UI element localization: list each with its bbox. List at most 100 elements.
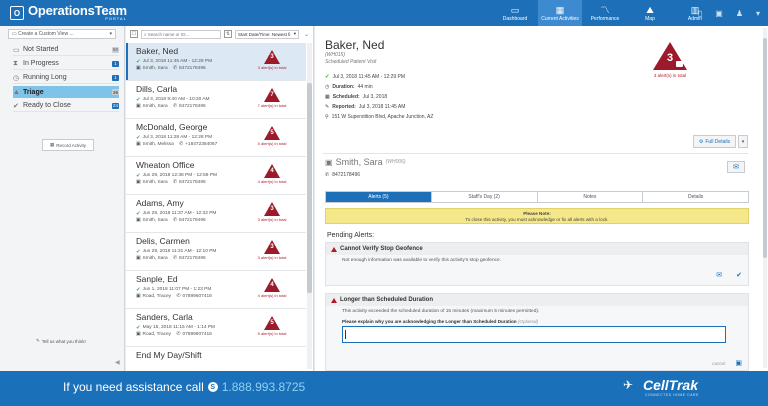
- detail-address: 151 W Superstition Blvd, Apache Junction…: [331, 114, 434, 120]
- warning-icon: 3: [264, 240, 280, 254]
- activity-row[interactable]: End My Day/Shift: [126, 347, 306, 371]
- custom-view-label: Create a Custom View ...: [18, 31, 74, 37]
- status-item[interactable]: ◷ Running Long 1: [13, 72, 119, 84]
- chevron-down-icon[interactable]: ▾: [738, 135, 748, 148]
- sort-select[interactable]: Start Date/Time: Newest fi ▾: [234, 29, 299, 39]
- alert-total-text: 3 alert(s) in total: [653, 73, 687, 78]
- pending-alerts-title: Pending Alerts:: [327, 232, 375, 239]
- activity-list-pane: ☐ ⌕ Search name or ID... ⇅ Start Date/Ti…: [126, 26, 314, 371]
- cancel-link[interactable]: cancel: [712, 361, 725, 366]
- scroll-thumb[interactable]: [307, 83, 312, 293]
- feedback-link[interactable]: ✎ Tell us what you think!: [36, 338, 86, 344]
- nav-performance[interactable]: 〽 Performance: [583, 0, 627, 26]
- check-circle-icon: ✔: [325, 74, 330, 80]
- detail-tab[interactable]: Alerts (5): [326, 192, 432, 202]
- staff-header: ▣ Smith, Sara (WH006): [325, 157, 406, 167]
- activity-row[interactable]: Sanders, Carla ✔ May 15, 2018 11:15 AM - 1…: [126, 309, 306, 347]
- check-circle-icon: ✔: [136, 172, 141, 179]
- ack-label: Please explain why you are acknowledging…: [326, 317, 748, 324]
- detail-tab[interactable]: Notes: [537, 192, 644, 202]
- detail-tab[interactable]: Staff's Day (2): [431, 192, 538, 202]
- message-button[interactable]: ✉: [727, 161, 745, 173]
- main-nav: ▭ Dashboard ▦ Current Activities 〽 Perfo…: [493, 0, 718, 26]
- staff-name: Smith, Sara: [335, 157, 383, 167]
- alert-summary[interactable]: 3 3 alert(s) in total: [650, 42, 690, 78]
- activity-row[interactable]: Adams, Amy ✔ Jun 29, 2018 11:37 AM - 12:32…: [126, 195, 306, 233]
- alert-count: 5: [270, 130, 274, 136]
- activity-row[interactable]: Wheaton Office ✔ Jun 29, 2018 12:38 PM - 1…: [126, 157, 306, 195]
- scheduled-value: Jul 3, 2018: [362, 94, 388, 100]
- chevron-down-icon[interactable]: ▾: [756, 9, 760, 18]
- person-card-icon: ▣: [136, 66, 141, 71]
- search-input[interactable]: ⌕ Search name or ID...: [141, 29, 221, 39]
- activity-row[interactable]: Sanple, Ed ✔ Jun 1, 2018 11:07 PM - 1:23 P…: [126, 271, 306, 309]
- activity-row[interactable]: McDonald, George ✔ Jul 3, 2018 11:28 AM - …: [126, 119, 306, 157]
- phone-icon: ✆: [172, 218, 177, 223]
- phone-icon: ✆: [325, 172, 330, 178]
- sort-direction-icon[interactable]: ⇅: [223, 30, 232, 38]
- status-icon: ▭: [13, 46, 20, 54]
- full-details-button[interactable]: ⚙ Full Details: [693, 135, 736, 148]
- phone-icon: ✆: [172, 256, 177, 261]
- activity-row[interactable]: Baker, Ned ✔ Jul 3, 2018 11:45 AM - 12:29 …: [126, 43, 306, 81]
- collapse-sidebar-icon[interactable]: ◀: [115, 359, 120, 366]
- user-icon[interactable]: ♟: [736, 9, 743, 18]
- detail-tab[interactable]: Details: [643, 192, 748, 202]
- gear-icon: ⚙: [698, 138, 704, 145]
- alert-total-text: 4 alert(s) in total: [257, 179, 287, 184]
- app-logo[interactable]: O OperationsTeam PORTAL: [0, 4, 200, 21]
- list-scrollbar[interactable]: [307, 43, 312, 369]
- activity-row[interactable]: Delis, Carmen ✔ Jun 29, 2018 11:31 AM - 12…: [126, 233, 306, 271]
- status-item[interactable]: ⧗ In Progress 1: [13, 58, 119, 70]
- status-label: Triage: [23, 88, 44, 96]
- detail-info: ✔ Jul 3, 2018 11:45 AM - 12:29 PM ◷ Durati…: [325, 72, 433, 122]
- row-alert-badge: 5 5 alert(s) in total: [256, 316, 288, 336]
- staff-name: Smith, Sara: [142, 66, 168, 71]
- edit-icon: ✎: [325, 104, 330, 110]
- save-icon[interactable]: ▣: [735, 359, 742, 367]
- skype-icon[interactable]: S: [207, 382, 218, 392]
- detail-scrollbar[interactable]: [763, 28, 767, 368]
- record-activity-label: Record Activity: [56, 142, 87, 148]
- warning-icon: [331, 246, 337, 252]
- nav-map[interactable]: ⛰ Map: [628, 0, 672, 26]
- warning-icon: 4: [264, 278, 280, 292]
- record-activity-button[interactable]: ▦ Record Activity: [42, 139, 94, 151]
- status-item[interactable]: ▲ Triage 26: [13, 86, 119, 98]
- staff-name: Road, Tracey: [142, 332, 172, 337]
- count-badge: 50: [111, 46, 119, 53]
- phone-icon: ✆: [179, 142, 184, 147]
- nav-current-activities[interactable]: ▦ Current Activities: [538, 0, 582, 26]
- staff-phone: 8472178496: [178, 180, 206, 185]
- note-title: Please Note:: [523, 211, 551, 216]
- map-icon: ⛰: [646, 4, 654, 15]
- chevron-down-icon[interactable]: ⌄: [304, 31, 309, 38]
- activity-row[interactable]: Dills, Carla ✔ Jul 3, 2018 9:40 AM - 10:20…: [126, 81, 306, 119]
- alert-header: Longer than Scheduled Duration: [326, 294, 748, 306]
- monitor-icon: ▭: [510, 4, 520, 15]
- select-all-icon[interactable]: ☐: [130, 30, 138, 38]
- duration-value: 44 min: [357, 84, 373, 90]
- device-icon[interactable]: ▯: [698, 9, 702, 18]
- note-text: To close this activity, you must acknowl…: [465, 217, 609, 222]
- status-label: Running Long: [23, 74, 67, 81]
- alert-count: 4: [270, 282, 274, 288]
- check-circle-icon: ✔: [136, 96, 141, 103]
- alert-card-duration: Longer than Scheduled Duration This acti…: [325, 293, 749, 371]
- nav-dashboard[interactable]: ▭ Dashboard: [493, 0, 537, 26]
- custom-view-select[interactable]: ▭ Create a Custom View ... ▾: [8, 29, 116, 39]
- layout-icon[interactable]: ▣: [715, 9, 723, 18]
- ack-reason-input[interactable]: [342, 326, 726, 343]
- status-icon: ◷: [13, 74, 20, 82]
- support-phone[interactable]: 1.888.993.8725: [222, 380, 305, 394]
- mail-icon[interactable]: ✉: [716, 271, 722, 279]
- person-card-icon: ▣: [136, 332, 141, 337]
- scroll-thumb[interactable]: [763, 38, 767, 258]
- status-item[interactable]: ✔ Ready to Close 24: [13, 100, 119, 112]
- please-note-banner: Please Note: To close this activity, you…: [325, 208, 749, 224]
- check-icon[interactable]: ✔: [736, 271, 742, 279]
- reported-label: Reported:: [332, 104, 356, 110]
- status-item[interactable]: ▭ Not Started 50: [13, 44, 119, 56]
- alert-header: Cannot Verify Stop Geofence: [326, 243, 748, 255]
- person-card-icon: ▣: [136, 294, 141, 299]
